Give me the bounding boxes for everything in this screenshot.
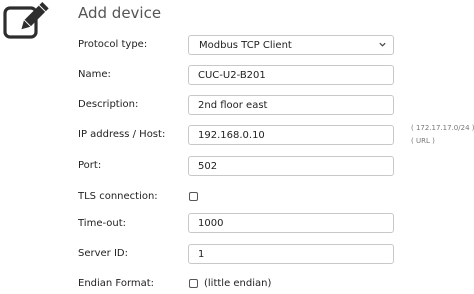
- server-id-label: Server ID:: [78, 248, 128, 259]
- name-input[interactable]: CUC-U2-B201: [188, 65, 394, 85]
- name-label: Name:: [78, 69, 111, 80]
- chevron-down-icon: [379, 42, 386, 47]
- tls-connection-label: TLS connection:: [78, 191, 158, 202]
- ip-address-input[interactable]: 192.168.0.10: [188, 125, 394, 145]
- timeout-label: Time-out:: [78, 218, 127, 229]
- tls-connection-checkbox[interactable]: [189, 192, 198, 201]
- page-title: Add device: [78, 4, 162, 22]
- little-endian-label: (little endian): [204, 278, 272, 289]
- description-label: Description:: [78, 99, 139, 110]
- endian-format-checkbox[interactable]: [189, 279, 198, 288]
- protocol-type-select[interactable]: Modbus TCP Client: [188, 35, 394, 55]
- timeout-input[interactable]: 1000: [188, 213, 394, 233]
- ip-range-hint: ( 172.17.17.0/24 ): [411, 124, 474, 132]
- description-input[interactable]: 2nd floor east: [188, 95, 394, 115]
- url-hint: ( URL ): [411, 137, 435, 145]
- server-id-input[interactable]: 1: [188, 244, 394, 264]
- protocol-type-value: Modbus TCP Client: [199, 40, 292, 51]
- protocol-type-label: Protocol type:: [78, 39, 148, 50]
- edit-icon: [3, 2, 49, 40]
- endian-format-label: Endian Format:: [78, 278, 155, 289]
- ip-address-label: IP address / Host:: [78, 129, 166, 140]
- port-label: Port:: [78, 160, 102, 171]
- port-input[interactable]: 502: [188, 156, 394, 176]
